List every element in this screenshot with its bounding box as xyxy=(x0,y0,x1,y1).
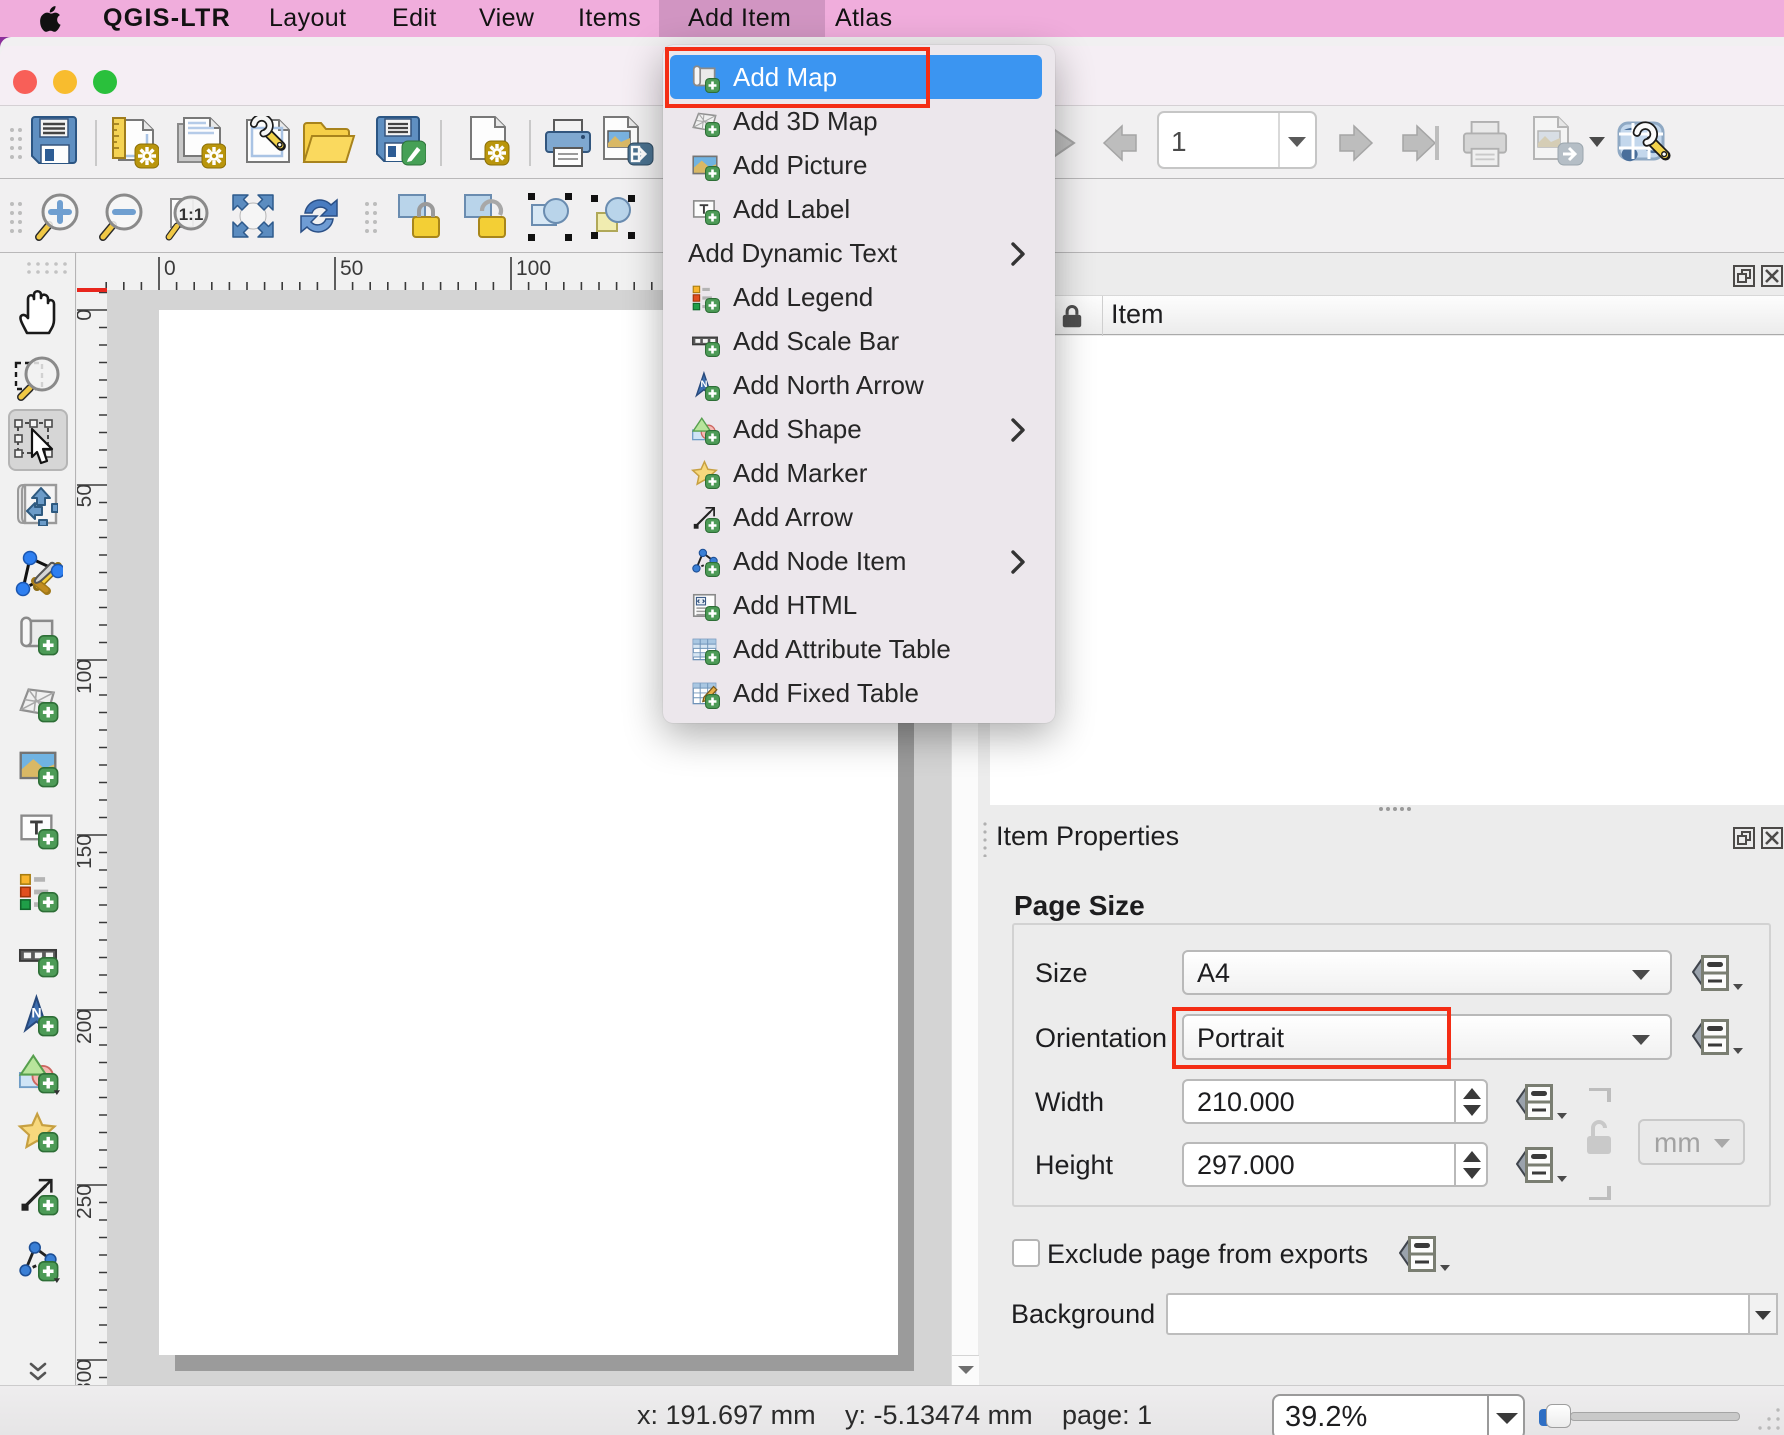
svg-text:300: 300 xyxy=(77,1359,96,1385)
svg-text:1:1: 1:1 xyxy=(179,205,204,224)
svg-text:150: 150 xyxy=(77,834,96,869)
svg-text:200: 200 xyxy=(77,1009,96,1044)
svg-text:0: 0 xyxy=(77,309,96,321)
svg-text:100: 100 xyxy=(77,659,96,694)
svg-text:250: 250 xyxy=(77,1184,96,1219)
svg-text:100: 100 xyxy=(516,257,551,280)
svg-text:0: 0 xyxy=(164,257,176,280)
svg-text:50: 50 xyxy=(340,257,363,280)
svg-text:50: 50 xyxy=(77,484,96,507)
